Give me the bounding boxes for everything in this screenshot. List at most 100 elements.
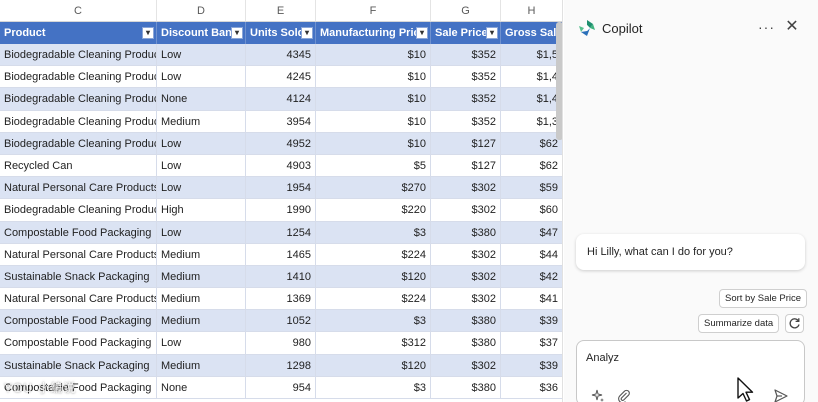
table-cell[interactable]: $380 [431,332,501,355]
table-cell[interactable]: $62 [501,133,562,155]
column-letter[interactable]: H [501,0,562,22]
table-cell[interactable]: $270 [316,177,431,200]
table-cell[interactable]: $60 [501,199,562,222]
table-cell[interactable]: 1052 [246,310,316,333]
filter-dropdown-icon[interactable]: ▾ [416,27,428,39]
table-cell[interactable]: $352 [431,88,501,111]
more-options-icon[interactable]: ··· [758,19,775,35]
table-cell[interactable]: Biodegradable Cleaning Products [0,44,157,67]
chat-input[interactable] [586,352,786,364]
chat-composer[interactable] [576,340,805,402]
column-letter[interactable]: F [316,0,431,22]
table-cell[interactable]: 1990 [246,199,316,222]
send-icon[interactable] [773,388,789,402]
table-cell[interactable]: $352 [431,110,501,133]
table-cell[interactable]: Low [157,221,246,244]
table-cell[interactable]: $3 [316,376,431,399]
table-cell[interactable]: 1254 [246,221,316,244]
table-cell[interactable]: 1410 [246,265,316,289]
table-cell[interactable]: $5 [316,154,431,178]
column-letter[interactable]: C [0,0,157,22]
table-cell[interactable]: $1,4 [501,88,562,111]
table-cell[interactable]: $42 [501,266,562,289]
table-cell[interactable]: Compostable Food Packaging [0,310,157,333]
table-cell[interactable]: $10 [316,44,431,67]
table-cell[interactable]: $302 [431,199,501,222]
table-cell[interactable]: 980 [246,332,316,355]
table-cell[interactable]: Recycled Can [0,154,157,178]
table-cell[interactable]: $10 [316,66,431,89]
table-cell[interactable]: 4903 [246,154,316,178]
table-cell[interactable]: $380 [431,376,501,399]
table-cell[interactable]: Biodegradable Cleaning Products [0,132,157,155]
table-cell[interactable]: Low [157,132,246,155]
table-cell[interactable]: Medium [157,110,246,133]
table-cell[interactable]: $47 [501,222,562,244]
table-cell[interactable]: $10 [316,132,431,155]
table-cell[interactable]: $41 [501,288,562,311]
table-cell[interactable]: 1298 [246,354,316,377]
table-cell[interactable]: Biodegradable Cleaning Products [0,199,157,222]
table-cell[interactable]: $120 [316,354,431,377]
table-cell[interactable]: $352 [431,44,501,67]
table-cell[interactable]: Low [157,332,246,355]
table-cell[interactable]: $39 [501,355,562,377]
suggestion-sort-button[interactable]: Sort by Sale Price [719,289,808,308]
table-cell[interactable]: 1954 [246,177,316,200]
table-cell[interactable]: $1,5 [501,44,562,67]
table-cell[interactable]: Medium [157,243,246,266]
table-cell[interactable]: $59 [501,177,562,200]
table-cell[interactable]: $39 [501,310,562,333]
table-cell[interactable]: $36 [501,377,562,399]
column-letter[interactable]: E [246,0,316,22]
table-cell[interactable]: $302 [431,354,501,377]
table-cell[interactable]: Low [157,154,246,178]
table-cell[interactable]: $224 [316,243,431,266]
table-cell[interactable]: Low [157,44,246,67]
table-cell[interactable]: Compostable Food Packaging [0,221,157,244]
filter-dropdown-icon[interactable]: ▾ [142,27,154,39]
table-cell[interactable]: 3954 [246,110,316,133]
table-cell[interactable]: Medium [157,310,246,333]
table-cell[interactable]: $224 [316,288,431,311]
suggestion-summarize-button[interactable]: Summarize data [698,314,780,333]
table-cell[interactable]: $120 [316,265,431,289]
table-cell[interactable]: 4124 [246,88,316,111]
column-letter[interactable]: G [431,0,501,22]
table-cell[interactable]: 4245 [246,66,316,89]
table-cell[interactable]: Sustainable Snack Packaging [0,265,157,289]
table-cell[interactable]: $3 [316,310,431,333]
table-cell[interactable]: $380 [431,310,501,333]
filter-dropdown-icon[interactable]: ▾ [231,27,243,39]
table-cell[interactable]: $127 [431,132,501,155]
sheet-scrollbar[interactable] [556,22,562,140]
table-cell[interactable]: $1,3 [501,111,562,133]
filter-dropdown-icon[interactable]: ▾ [486,27,498,39]
table-cell[interactable]: None [157,376,246,399]
close-icon[interactable]: ✕ [784,18,800,36]
table-cell[interactable]: $352 [431,66,501,89]
table-cell[interactable]: Sustainable Snack Packaging [0,354,157,377]
table-cell[interactable]: $127 [431,154,501,178]
table-cell[interactable]: $302 [431,177,501,200]
table-cell[interactable]: $44 [501,244,562,266]
table-cell[interactable]: 1465 [246,243,316,266]
table-cell[interactable]: Natural Personal Care Products [0,177,157,200]
table-cell[interactable]: Medium [157,354,246,377]
table-cell[interactable]: Biodegradable Cleaning Products [0,88,157,111]
table-cell[interactable]: Medium [157,265,246,289]
table-cell[interactable]: 4345 [246,44,316,67]
table-cell[interactable]: $302 [431,243,501,266]
filter-dropdown-icon[interactable]: ▾ [301,27,313,39]
table-cell[interactable]: Low [157,177,246,200]
table-cell[interactable]: Biodegradable Cleaning Products [0,110,157,133]
sparkle-icon[interactable] [591,389,605,402]
table-cell[interactable]: $1,4 [501,66,562,89]
table-cell[interactable]: $3 [316,221,431,244]
table-cell[interactable]: $62 [501,155,562,178]
table-cell[interactable]: $380 [431,221,501,244]
table-cell[interactable]: $302 [431,265,501,289]
table-cell[interactable]: 954 [246,376,316,399]
paperclip-icon[interactable] [617,389,631,402]
column-letter[interactable]: D [157,0,246,22]
